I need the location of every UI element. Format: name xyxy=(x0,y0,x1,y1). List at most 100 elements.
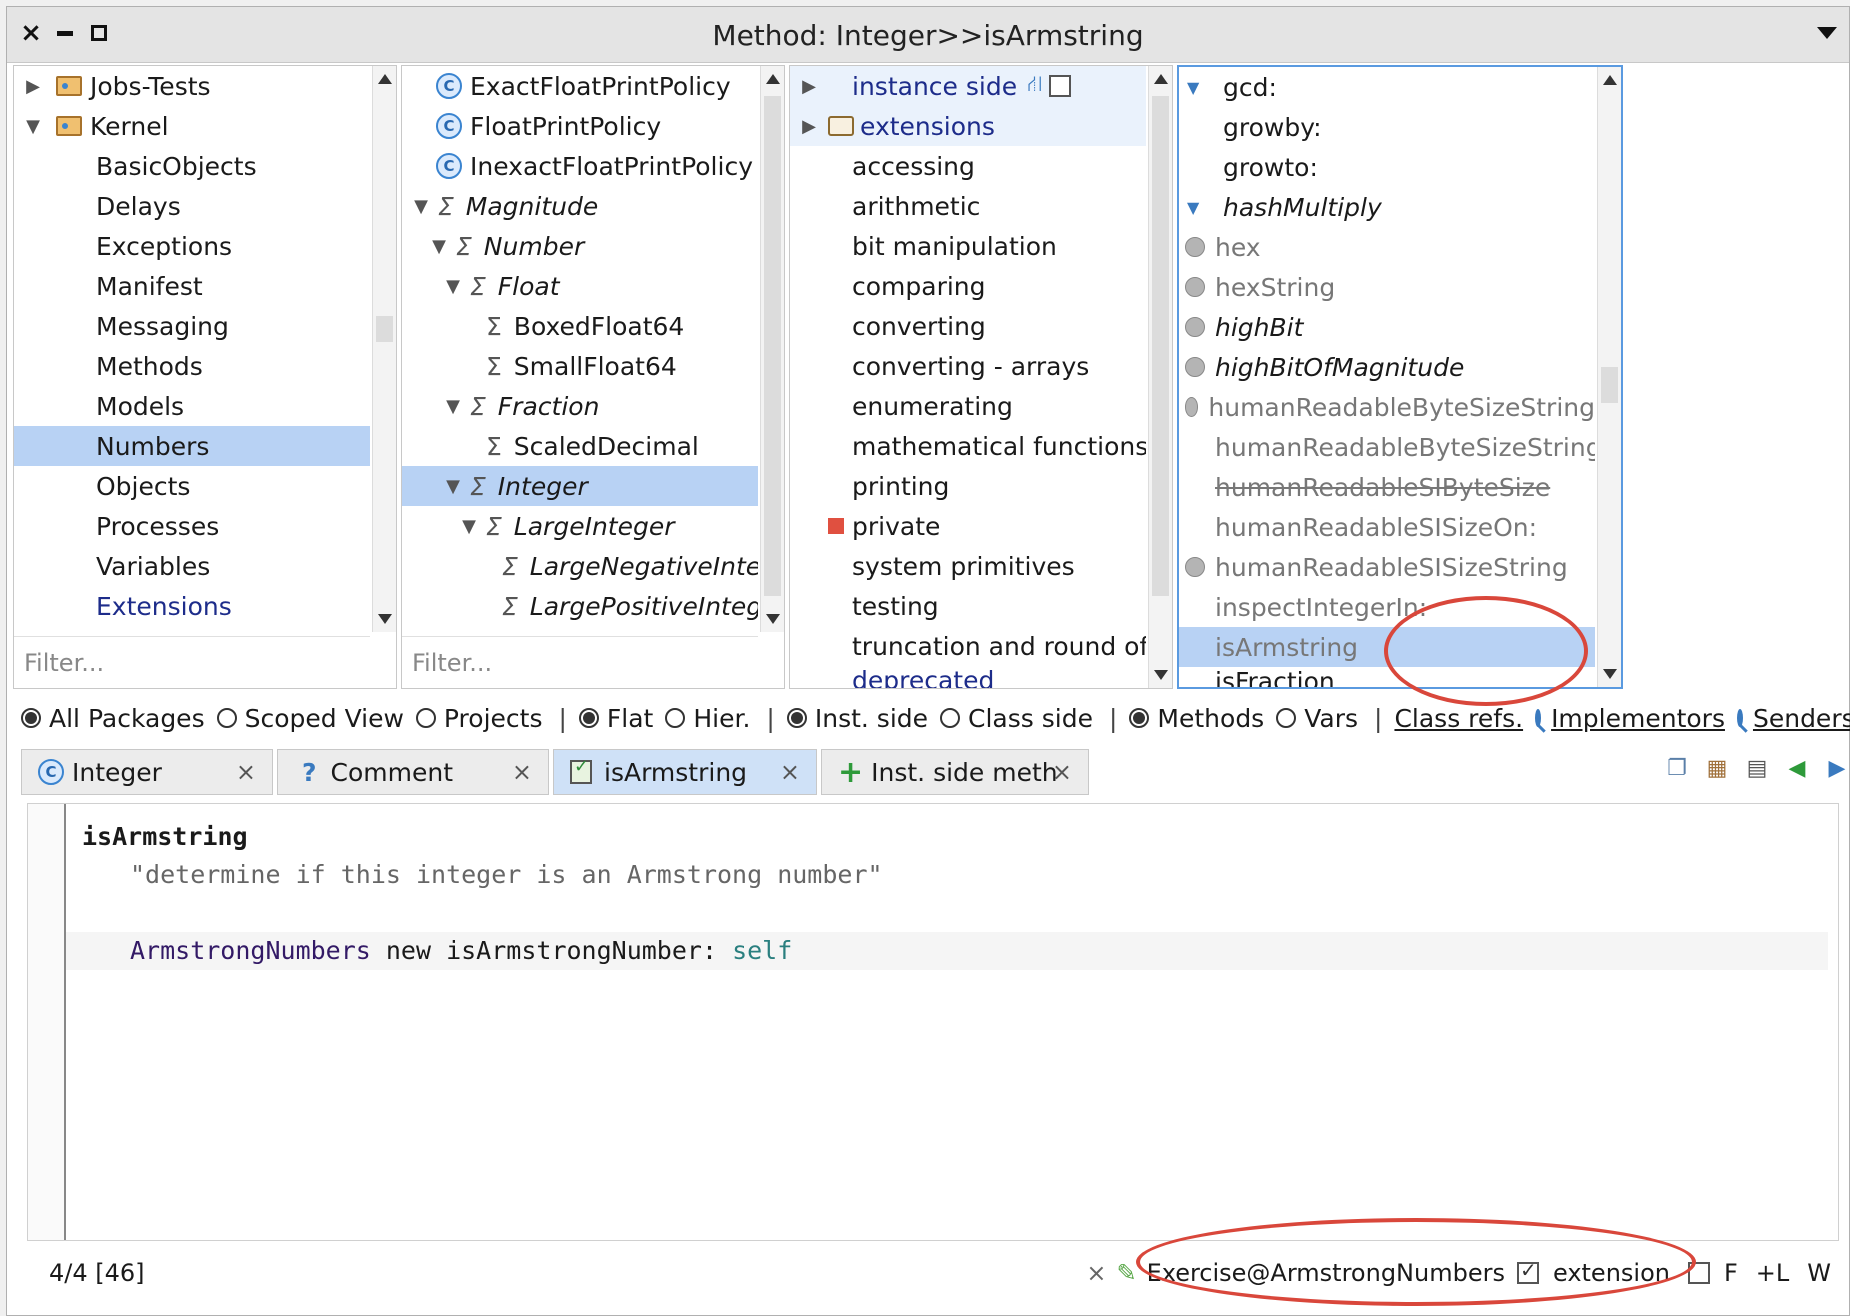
scoped-view-radio[interactable]: Scoped View xyxy=(216,704,404,733)
class-row[interactable]: ▼ Σ Fraction xyxy=(402,386,758,426)
implementors-button[interactable]: Implementors xyxy=(1551,704,1725,733)
classes-filter-input[interactable]: Filter... xyxy=(402,636,758,688)
scroll-up-icon[interactable] xyxy=(1603,75,1617,85)
protocol-row[interactable]: printing xyxy=(790,466,1146,506)
class-row[interactable]: C FloatPrintPolicy xyxy=(402,106,758,146)
collapse-arrow-icon[interactable]: ▼ xyxy=(460,516,478,537)
scroll-thumb[interactable] xyxy=(1152,96,1169,596)
scroll-thumb[interactable] xyxy=(1601,367,1618,403)
method-row[interactable]: growby: xyxy=(1179,107,1595,147)
scroll-up-icon[interactable] xyxy=(378,74,392,84)
class-row[interactable]: ΣLargePositiveInteger xyxy=(402,586,758,626)
wrap-label[interactable]: W xyxy=(1807,1259,1831,1287)
class-row[interactable]: ▼ Σ Number xyxy=(402,226,758,266)
protocol-row[interactable]: comparing xyxy=(790,266,1146,306)
package-tag-row[interactable]: Methods xyxy=(14,346,370,386)
methods-radio[interactable]: Methods xyxy=(1129,704,1264,733)
window-menu-icon[interactable] xyxy=(1817,27,1837,39)
package-tag-row[interactable]: Objects xyxy=(14,466,370,506)
package-row[interactable]: ▼ Kernel xyxy=(14,106,370,146)
method-row[interactable]: humanReadableSISizeOn: xyxy=(1179,507,1595,547)
vars-radio[interactable]: Vars xyxy=(1276,704,1358,733)
protocol-row[interactable]: private xyxy=(790,506,1146,546)
code-editor[interactable]: isArmstring "determine if this integer i… xyxy=(27,803,1839,1241)
expand-arrow-icon[interactable]: ▼ xyxy=(1187,78,1209,97)
class-row[interactable]: ΣLargeNegativeInteger xyxy=(402,546,758,586)
protocol-row[interactable]: converting - arrays xyxy=(790,346,1146,386)
senders-button[interactable]: Senders xyxy=(1753,704,1850,733)
protocol-row[interactable]: accessing xyxy=(790,146,1146,186)
collapse-arrow-icon[interactable]: ▼ xyxy=(430,236,448,257)
tab-isarmstring[interactable]: isArmstring × xyxy=(553,749,817,795)
projects-radio[interactable]: Projects xyxy=(415,704,542,733)
method-row[interactable]: highBitOfMagnitude xyxy=(1179,347,1595,387)
method-row[interactable]: humanReadableSIByteSize xyxy=(1179,467,1595,507)
collapse-arrow-icon[interactable]: ▼ xyxy=(444,276,462,297)
forward-arrow-icon[interactable]: ▶ xyxy=(1823,753,1850,783)
method-row[interactable]: humanReadableSISizeString xyxy=(1179,547,1595,587)
package-tag-row[interactable]: Exceptions xyxy=(14,226,370,266)
copy-icon[interactable]: ❐ xyxy=(1663,753,1691,783)
protocol-row[interactable]: arithmetic xyxy=(790,186,1146,226)
class-row[interactable]: ▼ Σ LargeInteger xyxy=(402,506,758,546)
clear-package-icon[interactable]: × xyxy=(1086,1259,1106,1287)
method-row[interactable]: ▼ gcd: xyxy=(1179,67,1595,107)
method-row[interactable]: growto: xyxy=(1179,147,1595,187)
protocol-row[interactable]: enumerating xyxy=(790,386,1146,426)
all-packages-radio[interactable]: All Packages xyxy=(21,704,205,733)
protocol-row[interactable]: system primitives xyxy=(790,546,1146,586)
expand-arrow-icon[interactable]: ▶ xyxy=(24,76,42,97)
method-row[interactable]: hex xyxy=(1179,227,1595,267)
package-row[interactable]: ▶ Jobs-Tests xyxy=(14,66,370,106)
collapse-arrow-icon[interactable]: ▼ xyxy=(444,476,462,497)
package-box-icon[interactable]: ▦ xyxy=(1703,753,1731,783)
protocol-row[interactable]: mathematical functions xyxy=(790,426,1146,466)
collapse-arrow-icon[interactable]: ▼ xyxy=(412,196,430,217)
class-row[interactable]: C ExactFloatPrintPolicy xyxy=(402,66,758,106)
scroll-up-icon[interactable] xyxy=(766,74,780,84)
method-row-selected[interactable]: isArmstring xyxy=(1179,627,1595,667)
package-tag-row[interactable]: Variables xyxy=(14,546,370,586)
hierarchy-icon[interactable]: ⛙ xyxy=(1027,72,1042,100)
methods-scrollbar[interactable] xyxy=(1597,67,1621,687)
class-row[interactable]: C InexactFloatPrintPolicy xyxy=(402,146,758,186)
packages-filter-input[interactable]: Filter... xyxy=(14,636,370,688)
package-tag-row[interactable]: Processes xyxy=(14,506,370,546)
scroll-down-icon[interactable] xyxy=(766,614,780,624)
collapse-arrow-icon[interactable]: ▼ xyxy=(24,116,42,137)
classes-scrollbar[interactable] xyxy=(760,66,784,632)
class-row[interactable]: Σ ScaledDecimal xyxy=(402,426,758,466)
method-row[interactable]: hexString xyxy=(1179,267,1595,307)
protocol-row[interactable]: ▶ extensions xyxy=(790,106,1146,146)
history-icon[interactable]: ▤ xyxy=(1743,753,1771,783)
class-row[interactable]: Σ SmallFloat64 xyxy=(402,346,758,386)
expand-arrow-icon[interactable]: ▶ xyxy=(800,116,818,137)
line-numbers-label[interactable]: +L xyxy=(1756,1259,1789,1287)
method-row[interactable]: ▼ hashMultiply xyxy=(1179,187,1595,227)
tab-inst-side-meth[interactable]: + Inst. side meth × xyxy=(821,749,1089,795)
inst-side-radio[interactable]: Inst. side xyxy=(786,704,928,733)
package-tag-row[interactable]: BasicObjects xyxy=(14,146,370,186)
class-row[interactable]: ▼ Σ Magnitude xyxy=(402,186,758,226)
method-row[interactable]: isFraction xyxy=(1179,667,1595,687)
format-checkbox[interactable] xyxy=(1687,1262,1710,1284)
protocol-row[interactable]: bit manipulation xyxy=(790,226,1146,266)
flat-radio[interactable]: Flat xyxy=(578,704,653,733)
collapse-arrow-icon[interactable]: ▼ xyxy=(444,396,462,417)
method-row[interactable]: humanReadableByteSizeStringPreci xyxy=(1179,427,1595,467)
class-side-radio[interactable]: Class side xyxy=(940,704,1093,733)
method-row[interactable]: humanReadableByteSizeString xyxy=(1179,387,1595,427)
scroll-down-icon[interactable] xyxy=(378,614,392,624)
protocol-row[interactable]: truncation and round off xyxy=(790,626,1146,666)
expand-arrow-icon[interactable]: ▼ xyxy=(1187,198,1209,217)
close-tab-icon[interactable]: × xyxy=(512,758,532,786)
protocol-row[interactable]: ▶ instance side ⛙ xyxy=(790,66,1146,106)
back-arrow-icon[interactable]: ◀ xyxy=(1783,753,1811,783)
class-row[interactable]: Σ BoxedFloat64 xyxy=(402,306,758,346)
tab-comment[interactable]: ? Comment × xyxy=(277,749,549,795)
class-row[interactable]: ▼ Σ Float xyxy=(402,266,758,306)
package-tag-row-selected[interactable]: Numbers xyxy=(14,426,370,466)
method-row[interactable]: highBit xyxy=(1179,307,1595,347)
expand-arrow-icon[interactable]: ▶ xyxy=(800,76,818,97)
package-tag-row[interactable]: Extensions xyxy=(14,586,370,626)
